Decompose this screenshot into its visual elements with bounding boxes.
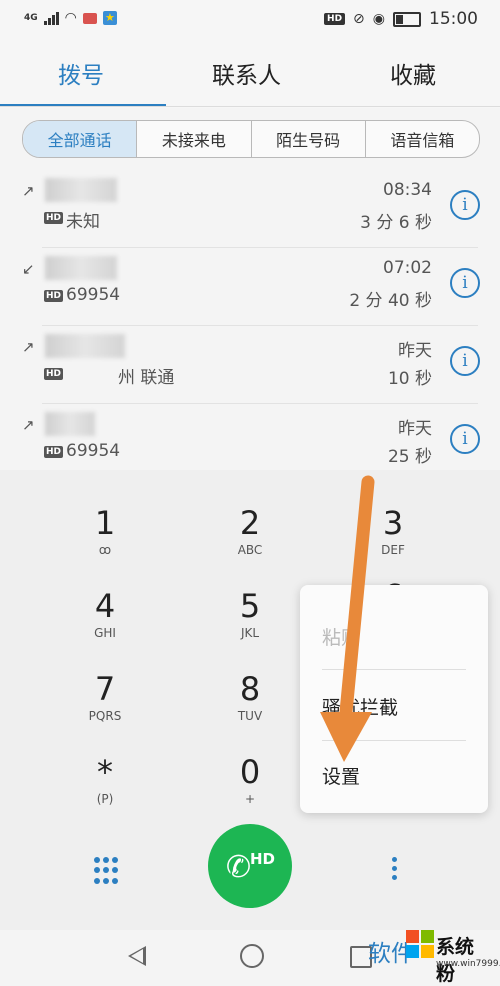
call-filter-segmented: 全部通话 未接来电 陌生号码 语音信箱 <box>22 120 480 158</box>
menu-divider <box>322 669 466 670</box>
status-right: HD ⊘ ◉ 15:00 <box>324 9 478 29</box>
key-letters: (P) <box>96 792 114 806</box>
call-log-row[interactable]: ↗ HD 州 联通 昨天 10 秒 i <box>0 326 500 404</box>
call-time: 07:02 <box>383 258 432 278</box>
key-letters: DEF <box>381 543 405 557</box>
call-time: 昨天 <box>398 341 432 361</box>
contact-name-redacted <box>45 334 125 358</box>
incoming-call-icon: ↙ <box>22 260 35 278</box>
hd-icon: HD <box>44 446 64 458</box>
key-1[interactable]: 1 ꝏ <box>30 505 180 557</box>
overflow-menu: 粘贴 骚扰拦截 设置 <box>300 585 488 813</box>
app-notification-icon <box>82 12 97 24</box>
key-letters: ABC <box>237 543 263 557</box>
key-digit: 4 <box>94 587 116 625</box>
signal-icon <box>43 11 59 25</box>
call-duration: 2 分 40 秒 <box>349 291 432 311</box>
hd-icon: HD <box>44 212 64 224</box>
filter-all-calls[interactable]: 全部通话 <box>23 121 137 157</box>
battery-icon <box>393 11 421 27</box>
eye-icon: ◉ <box>372 11 385 27</box>
watermark: 软件 系统粉 www.win7999.com <box>364 926 500 985</box>
tab-divider <box>0 106 500 107</box>
key-digit: 3 <box>382 504 404 542</box>
contact-name-redacted <box>45 178 117 202</box>
call-time: 昨天 <box>398 419 432 439</box>
tab-contacts[interactable]: 联系人 <box>212 56 281 90</box>
network-label: 4G <box>24 13 38 23</box>
call-duration: 10 秒 <box>387 369 432 389</box>
outgoing-call-icon: ↗ <box>22 416 35 434</box>
call-location: 69954 <box>66 285 121 305</box>
menu-divider <box>322 740 466 741</box>
more-options-icon[interactable] <box>390 857 398 880</box>
tab-bar: 拨号 联系人 收藏 <box>0 42 500 108</box>
contact-name-redacted <box>45 256 117 280</box>
tab-favorites[interactable]: 收藏 <box>390 56 436 90</box>
status-bar: 4G ◠ ★ HD ⊘ ◉ 15:00 <box>0 0 500 42</box>
filter-missed-calls[interactable]: 未接来电 <box>136 121 250 157</box>
call-log-row[interactable]: ↙ HD 69954 07:02 2 分 40 秒 i <box>0 248 500 326</box>
call-location: 69954 <box>66 441 121 461</box>
filter-unknown-numbers[interactable]: 陌生号码 <box>250 121 365 157</box>
key-digit: 7 <box>94 670 116 708</box>
menu-item-paste[interactable]: 粘贴 <box>322 623 360 650</box>
menu-item-block[interactable]: 骚扰拦截 <box>322 693 398 720</box>
status-left: 4G ◠ ★ <box>24 10 117 26</box>
star-app-icon: ★ <box>102 11 117 25</box>
wifi-icon: ◠ <box>64 10 77 26</box>
call-time: 08:34 <box>383 180 432 200</box>
key-digit: 2 <box>239 504 261 542</box>
back-icon[interactable] <box>128 946 146 966</box>
key-digit: * <box>97 753 113 791</box>
menu-item-settings[interactable]: 设置 <box>322 762 360 789</box>
info-icon[interactable]: i <box>450 346 480 376</box>
key-letters: PQRS <box>88 709 122 723</box>
key-star[interactable]: * (P) <box>30 754 180 806</box>
voicemail-icon: ꝏ <box>98 543 112 557</box>
key-letters: GHI <box>94 626 116 640</box>
watermark-url: www.win7999.com <box>436 959 500 969</box>
call-duration: 3 分 6 秒 <box>360 213 432 233</box>
outgoing-call-icon: ↗ <box>22 182 35 200</box>
key-3[interactable]: 3 DEF <box>318 505 468 557</box>
dialpad-toggle-icon[interactable] <box>94 857 118 885</box>
tab-dial[interactable]: 拨号 <box>58 56 104 90</box>
hd-status-icon: HD <box>324 13 346 25</box>
contact-name-redacted <box>45 412 95 436</box>
key-digit: 1 <box>94 504 116 542</box>
key-2[interactable]: 2 ABC <box>175 505 325 557</box>
call-log-list: ↗ HD 未知 08:34 3 分 6 秒 i ↙ HD 69954 07:02… <box>0 170 500 482</box>
hd-icon: HD <box>44 368 64 380</box>
call-type-icon: ↗ <box>22 338 35 356</box>
key-4[interactable]: 4 GHI <box>30 588 180 640</box>
info-icon[interactable]: i <box>450 424 480 454</box>
filter-voicemail[interactable]: 语音信箱 <box>364 121 479 157</box>
phone-icon: ✆ <box>226 850 252 885</box>
alarm-icon: ⊘ <box>353 11 365 27</box>
call-location: 未知 <box>66 212 100 232</box>
call-duration: 25 秒 <box>387 447 432 467</box>
info-icon[interactable]: i <box>450 190 480 220</box>
home-icon[interactable] <box>240 944 264 968</box>
call-log-row[interactable]: ↗ HD 未知 08:34 3 分 6 秒 i <box>0 170 500 248</box>
hd-icon: HD <box>44 290 64 302</box>
call-location: 州 联通 <box>118 368 175 388</box>
call-button[interactable]: ✆ HD <box>208 824 292 908</box>
windows-logo-icon <box>406 930 434 958</box>
key-7[interactable]: 7 PQRS <box>30 671 180 723</box>
status-time: 15:00 <box>429 9 478 29</box>
info-icon[interactable]: i <box>450 268 480 298</box>
call-hd-label: HD <box>250 850 276 868</box>
